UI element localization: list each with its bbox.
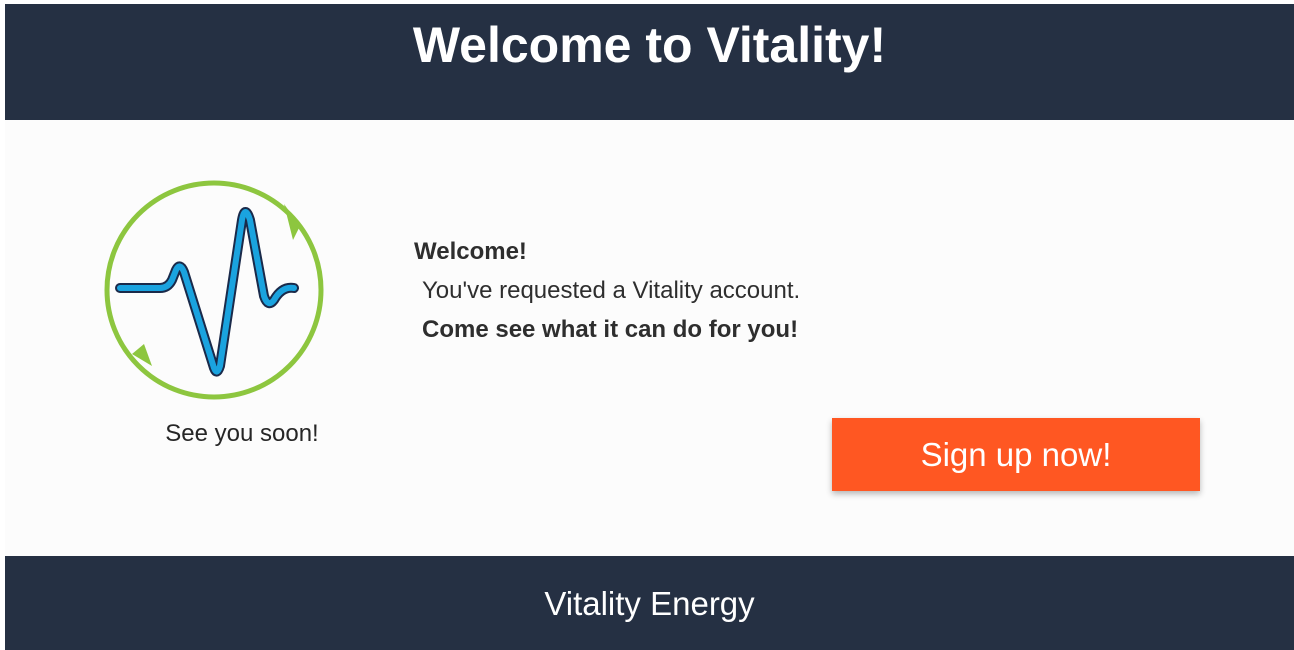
header-bar: Welcome to Vitality! bbox=[5, 4, 1294, 120]
welcome-message: Welcome! You've requested a Vitality acc… bbox=[414, 234, 800, 348]
sign-up-button[interactable]: Sign up now! bbox=[832, 418, 1200, 491]
page-title: Welcome to Vitality! bbox=[412, 17, 887, 73]
email-frame: Welcome to Vitality! See you soon! Welco… bbox=[5, 4, 1294, 650]
greeting-text: Welcome! bbox=[414, 238, 527, 265]
see-you-soon-caption: See you soon! bbox=[165, 420, 319, 447]
cta-text: Come see what it can do for you! bbox=[422, 316, 799, 343]
footer-company-name: Vitality Energy bbox=[544, 585, 755, 622]
vitality-logo-icon bbox=[102, 178, 326, 402]
account-request-text: You've requested a Vitality account. bbox=[422, 277, 801, 304]
footer-bar: Vitality Energy bbox=[5, 556, 1294, 650]
